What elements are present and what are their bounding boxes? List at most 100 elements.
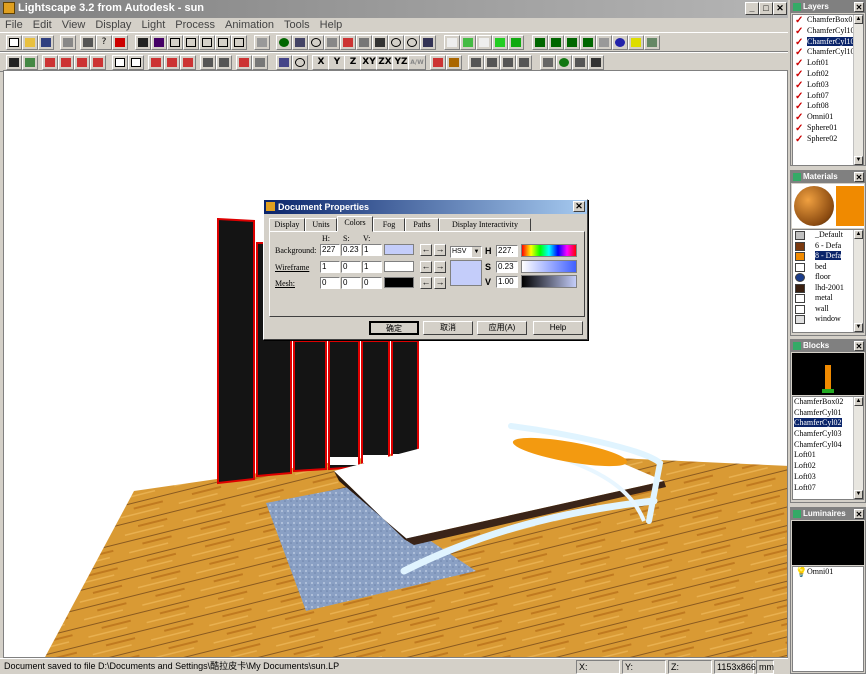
scroll-down-icon[interactable]: ▼ [854, 156, 863, 165]
shade-icon[interactable] [460, 35, 476, 50]
orbit-icon[interactable] [292, 35, 308, 50]
menu-display[interactable]: Display [90, 18, 136, 32]
undo-icon[interactable] [60, 35, 76, 50]
ok-button[interactable]: 确定 [369, 321, 419, 335]
list-item[interactable]: 💡 Omni01 [793, 567, 863, 578]
gray-toggle-icon[interactable] [596, 35, 612, 50]
minimize-button[interactable]: _ [745, 2, 759, 15]
materials-toggle-icon[interactable] [548, 35, 564, 50]
wire-icon[interactable] [444, 35, 460, 50]
print-icon[interactable] [80, 35, 96, 50]
list-item[interactable]: ChamferBox02 [793, 397, 853, 408]
luminaires-toggle-icon[interactable] [580, 35, 596, 50]
check-icon[interactable]: ✓ [795, 91, 805, 101]
cancel-button[interactable]: 取消 [423, 321, 473, 335]
menu-process[interactable]: Process [170, 18, 220, 32]
eye-icon[interactable] [276, 35, 292, 50]
list-item[interactable]: ChamferCyl01 [793, 408, 853, 419]
globe-icon[interactable] [612, 35, 628, 50]
edit-props-icon[interactable] [216, 55, 232, 70]
magnify-icon[interactable] [404, 35, 420, 50]
check-icon[interactable]: ✓ [795, 16, 805, 26]
properties-icon[interactable] [200, 55, 216, 70]
walk-3-icon[interactable] [500, 55, 516, 70]
rotate-icon[interactable] [388, 35, 404, 50]
menu-animation[interactable]: Animation [220, 18, 279, 32]
layers-close-icon[interactable]: ✕ [854, 2, 864, 12]
list-icon[interactable] [540, 55, 556, 70]
new-file-icon[interactable] [6, 35, 22, 50]
document-2-icon[interactable] [128, 55, 144, 70]
tab-units[interactable]: Units [305, 218, 337, 232]
walk-1-icon[interactable] [468, 55, 484, 70]
camera-icon[interactable] [372, 35, 388, 50]
pointer-icon[interactable] [6, 55, 22, 70]
open-folder-icon[interactable] [22, 35, 38, 50]
zoom-region-icon[interactable] [324, 35, 340, 50]
pointer-help-icon[interactable] [588, 55, 604, 70]
walk-4-icon[interactable] [516, 55, 532, 70]
blocks-scrollbar[interactable]: ▲ ▼ [853, 397, 863, 499]
check-icon[interactable]: ✓ [795, 37, 805, 47]
check-icon[interactable]: ✓ [795, 134, 805, 144]
materials-scrollbar[interactable]: ▲ ▼ [853, 230, 863, 332]
select-box-3-icon[interactable] [74, 55, 90, 70]
select-box-2-icon[interactable] [58, 55, 74, 70]
save-icon[interactable] [38, 35, 54, 50]
scroll-down-icon[interactable]: ▼ [854, 323, 863, 332]
brush-icon[interactable] [446, 55, 462, 70]
context-help-icon[interactable] [112, 35, 128, 50]
wireframe-v-field[interactable]: 1 [362, 261, 382, 273]
wireframe-h-field[interactable]: 1 [320, 261, 340, 273]
layers-scrollbar[interactable]: ▲ ▼ [853, 15, 863, 165]
walk-2-icon[interactable] [484, 55, 500, 70]
menu-tools[interactable]: Tools [279, 18, 315, 32]
background-color-swatch[interactable] [384, 244, 414, 255]
pan-icon[interactable] [340, 35, 356, 50]
background-s-field[interactable]: 0.23 [341, 244, 361, 256]
move-icon[interactable] [276, 55, 292, 70]
luminaires-close-icon[interactable]: ✕ [854, 509, 864, 519]
tab-fog[interactable]: Fog [373, 218, 405, 232]
maximize-button[interactable]: □ [759, 2, 773, 15]
light-red-icon[interactable] [430, 55, 446, 70]
cube-view-5-icon[interactable] [231, 35, 247, 50]
cube-view-2-icon[interactable] [183, 35, 199, 50]
arrow-zoom-icon[interactable] [164, 55, 180, 70]
mesh-h-field[interactable]: 0 [320, 277, 340, 289]
help-button[interactable]: Help [533, 321, 583, 335]
menu-view[interactable]: View [57, 18, 91, 32]
green-cube-icon[interactable] [492, 35, 508, 50]
mesh-right-arrow-icon[interactable]: → [434, 277, 446, 289]
mesh-s-field[interactable]: 0 [341, 277, 361, 289]
wireframe-left-arrow-icon[interactable]: ← [420, 261, 432, 273]
tab-colors[interactable]: Colors [337, 216, 373, 232]
menu-light[interactable]: Light [136, 18, 170, 32]
list-item[interactable]: ChamferCyl04 [793, 440, 853, 451]
background-h-field[interactable]: 227 [320, 244, 340, 256]
rotate-object-icon[interactable] [292, 55, 308, 70]
check-icon[interactable]: ✓ [795, 123, 805, 133]
check-icon[interactable]: ✓ [795, 48, 805, 58]
view-options-icon[interactable] [254, 35, 270, 50]
wireframe-s-field[interactable]: 0 [341, 261, 361, 273]
scroll-up-icon[interactable]: ▲ [854, 230, 863, 239]
cube-view-3-icon[interactable] [199, 35, 215, 50]
check-icon[interactable]: ✓ [795, 113, 805, 123]
green-solid-icon[interactable] [508, 35, 524, 50]
arrow-select-icon[interactable] [148, 55, 164, 70]
mesh-v-field[interactable]: 0 [362, 277, 382, 289]
list-item[interactable]: Loft01 [793, 450, 853, 461]
materials-close-icon[interactable]: ✕ [854, 172, 864, 182]
document-1-icon[interactable] [112, 55, 128, 70]
zoom-icon[interactable] [308, 35, 324, 50]
menu-file[interactable]: File [0, 18, 28, 32]
close-button[interactable]: ✕ [773, 2, 787, 15]
wireframe-right-arrow-icon[interactable]: → [434, 261, 446, 273]
mesh-left-arrow-icon[interactable]: ← [420, 277, 432, 289]
menu-edit[interactable]: Edit [28, 18, 57, 32]
sun-icon[interactable] [628, 35, 644, 50]
blocks-close-icon[interactable]: ✕ [854, 341, 864, 351]
scroll-up-icon[interactable]: ▲ [854, 15, 863, 24]
help-icon[interactable]: ? [96, 35, 112, 50]
